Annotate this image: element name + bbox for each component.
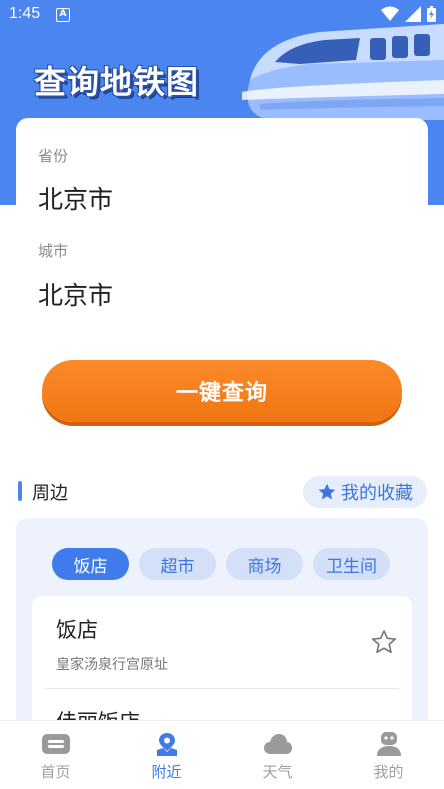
query-button[interactable]: 一键查询 (42, 360, 402, 422)
nav-profile-label: 我的 (373, 763, 404, 781)
chip-supermarket[interactable]: 超市 (139, 548, 216, 580)
nav-nearby-label: 附近 (151, 763, 182, 781)
nav-profile[interactable]: 我的 (333, 721, 444, 789)
city-label: 城市 (38, 242, 69, 260)
favorite-star-icon[interactable] (370, 628, 398, 656)
section-accent-bar (18, 481, 22, 501)
bottom-nav: 首页 附近 天气 我的 (0, 720, 444, 789)
home-icon (41, 731, 71, 757)
status-time: 1:45 (9, 5, 41, 22)
star-icon (318, 483, 336, 500)
city-select[interactable]: 北京市 (38, 276, 113, 312)
nav-nearby[interactable]: 附近 (111, 721, 222, 789)
chip-mall[interactable]: 商场 (226, 548, 303, 580)
list-item-title[interactable]: 饭店 (56, 614, 98, 644)
nav-home-label: 首页 (40, 763, 71, 781)
section-title: 周边 (32, 483, 68, 504)
chip-restaurant[interactable]: 饭店 (52, 548, 129, 580)
nearby-section-header: 周边 我的收藏 (18, 476, 428, 508)
province-select[interactable]: 北京市 (38, 180, 113, 216)
list-item-subtitle: 皇家汤泉行宫原址 (56, 657, 168, 673)
favorites-label: 我的收藏 (341, 483, 413, 504)
notification-a-icon: A (56, 8, 70, 22)
nav-home[interactable]: 首页 (0, 721, 111, 789)
hero-title: 查询地铁图 (34, 63, 200, 101)
province-label: 省份 (38, 147, 69, 165)
search-form-card: 省份 北京市 城市 北京市 (16, 118, 428, 358)
location-icon (152, 731, 182, 757)
nav-weather-label: 天气 (262, 763, 293, 781)
list-divider (45, 688, 399, 689)
chip-restroom[interactable]: 卫生间 (313, 548, 390, 580)
favorites-button[interactable]: 我的收藏 (303, 476, 427, 508)
profile-icon (374, 731, 404, 757)
train-illustration (242, 24, 444, 120)
cloud-icon (263, 731, 293, 757)
category-chips: 饭店 超市 商场 卫生间 (52, 548, 390, 580)
nav-weather[interactable]: 天气 (222, 721, 333, 789)
